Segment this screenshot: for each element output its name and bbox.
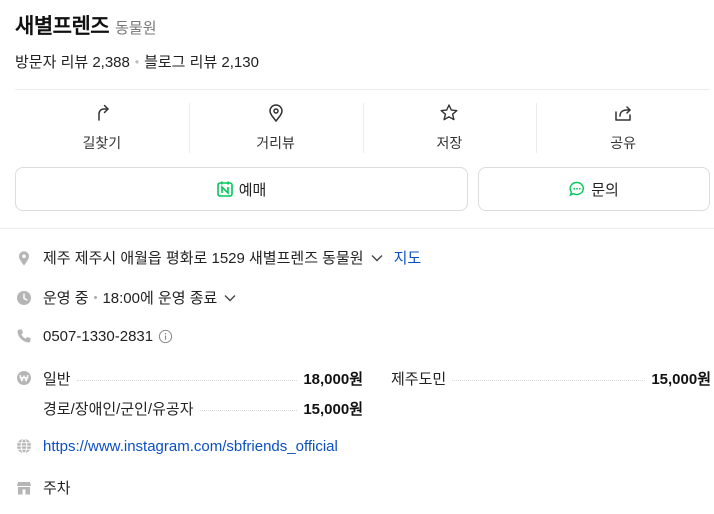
price-item: 경로/장애인/군인/유공자 15,000원 [43, 398, 363, 419]
directions-icon [98, 104, 109, 121]
directions-label: 길찾기 [82, 135, 122, 151]
directions-button[interactable]: 길찾기 [15, 95, 189, 161]
phone-number[interactable]: 0507-1330-2831 [43, 328, 153, 345]
visitor-review-link[interactable]: 방문자 리뷰 2,388 [15, 51, 130, 72]
website-link[interactable]: https://www.instagram.com/sbfriends_offi… [43, 438, 338, 455]
dotted-leader [76, 379, 298, 381]
address-row: 제주 제주시 애월읍 평화로 1529 새별프렌즈 동물원 지도 [15, 247, 710, 268]
parking-row: 주차 [15, 477, 710, 498]
star-icon [440, 104, 458, 121]
action-bar: 길찾기 거리뷰 저장 공유 [15, 95, 710, 161]
separator-dot: • [134, 54, 140, 69]
price-item: 일반 18,000원 [43, 368, 363, 389]
price-value: 18,000원 [303, 370, 363, 388]
chevron-down-icon[interactable] [223, 291, 237, 305]
parking-text: 주차 [43, 480, 71, 497]
phone-row: 0507-1330-2831 [15, 327, 710, 345]
store-icon [15, 479, 33, 497]
blog-review-link[interactable]: 블로그 리뷰 2,130 [144, 51, 259, 72]
share-label: 공유 [610, 135, 636, 151]
chat-icon [569, 181, 585, 197]
price-name: 경로/장애인/군인/유공자 [43, 400, 194, 418]
location-pin-icon [268, 104, 283, 123]
divider [0, 228, 714, 229]
primary-buttons: 예매 문의 [15, 167, 710, 211]
phone-icon [15, 327, 33, 345]
reserve-label: 예매 [238, 181, 267, 199]
place-title: 새별프렌즈 동물원 [15, 10, 157, 40]
streetview-label: 거리뷰 [256, 135, 295, 151]
place-category: 동물원 [115, 20, 157, 37]
info-icon[interactable] [158, 329, 173, 344]
price-line: 경로/장애인/군인/유공자 15,000원 [15, 397, 714, 419]
price-list: 일반 18,000원 제주도민 15,000원 경로/장애인/군인/유공자 15… [15, 367, 714, 419]
divider [15, 89, 710, 90]
map-link[interactable]: 지도 [394, 247, 422, 268]
reserve-button[interactable]: 예매 [15, 167, 468, 211]
dotted-leader [199, 409, 298, 411]
globe-icon [15, 437, 33, 455]
price-name: 일반 [43, 370, 71, 388]
price-name: 제주도민 [391, 370, 447, 388]
dotted-leader [452, 379, 646, 381]
price-value: 15,000원 [303, 400, 363, 418]
price-item: 제주도민 15,000원 [391, 368, 711, 389]
separator-dot: • [93, 291, 98, 304]
inquiry-button[interactable]: 문의 [478, 167, 710, 211]
share-button[interactable]: 공유 [536, 95, 710, 161]
hours-text[interactable]: 18:00에 운영 종료 [102, 287, 217, 308]
place-name: 새별프렌즈 [15, 15, 110, 38]
price-value: 15,000원 [651, 370, 711, 388]
share-icon [615, 106, 631, 121]
address-text[interactable]: 제주 제주시 애월읍 평화로 1529 새별프렌즈 동물원 [43, 247, 364, 268]
naver-booking-icon [216, 181, 233, 197]
save-button[interactable]: 저장 [362, 95, 537, 161]
inquiry-label: 문의 [591, 181, 619, 199]
save-label: 저장 [436, 135, 463, 151]
location-pin-icon [15, 249, 33, 267]
website-row: https://www.instagram.com/sbfriends_offi… [15, 437, 710, 455]
price-line: 일반 18,000원 제주도민 15,000원 [15, 367, 714, 389]
clock-icon [15, 289, 33, 307]
chevron-down-icon[interactable] [370, 251, 384, 265]
review-counts: 방문자 리뷰 2,388 • 블로그 리뷰 2,130 [15, 51, 259, 72]
hours-row: 운영 중 • 18:00에 운영 종료 [15, 287, 710, 308]
status-text: 운영 중 [43, 290, 89, 307]
streetview-button[interactable]: 거리뷰 [188, 95, 363, 161]
